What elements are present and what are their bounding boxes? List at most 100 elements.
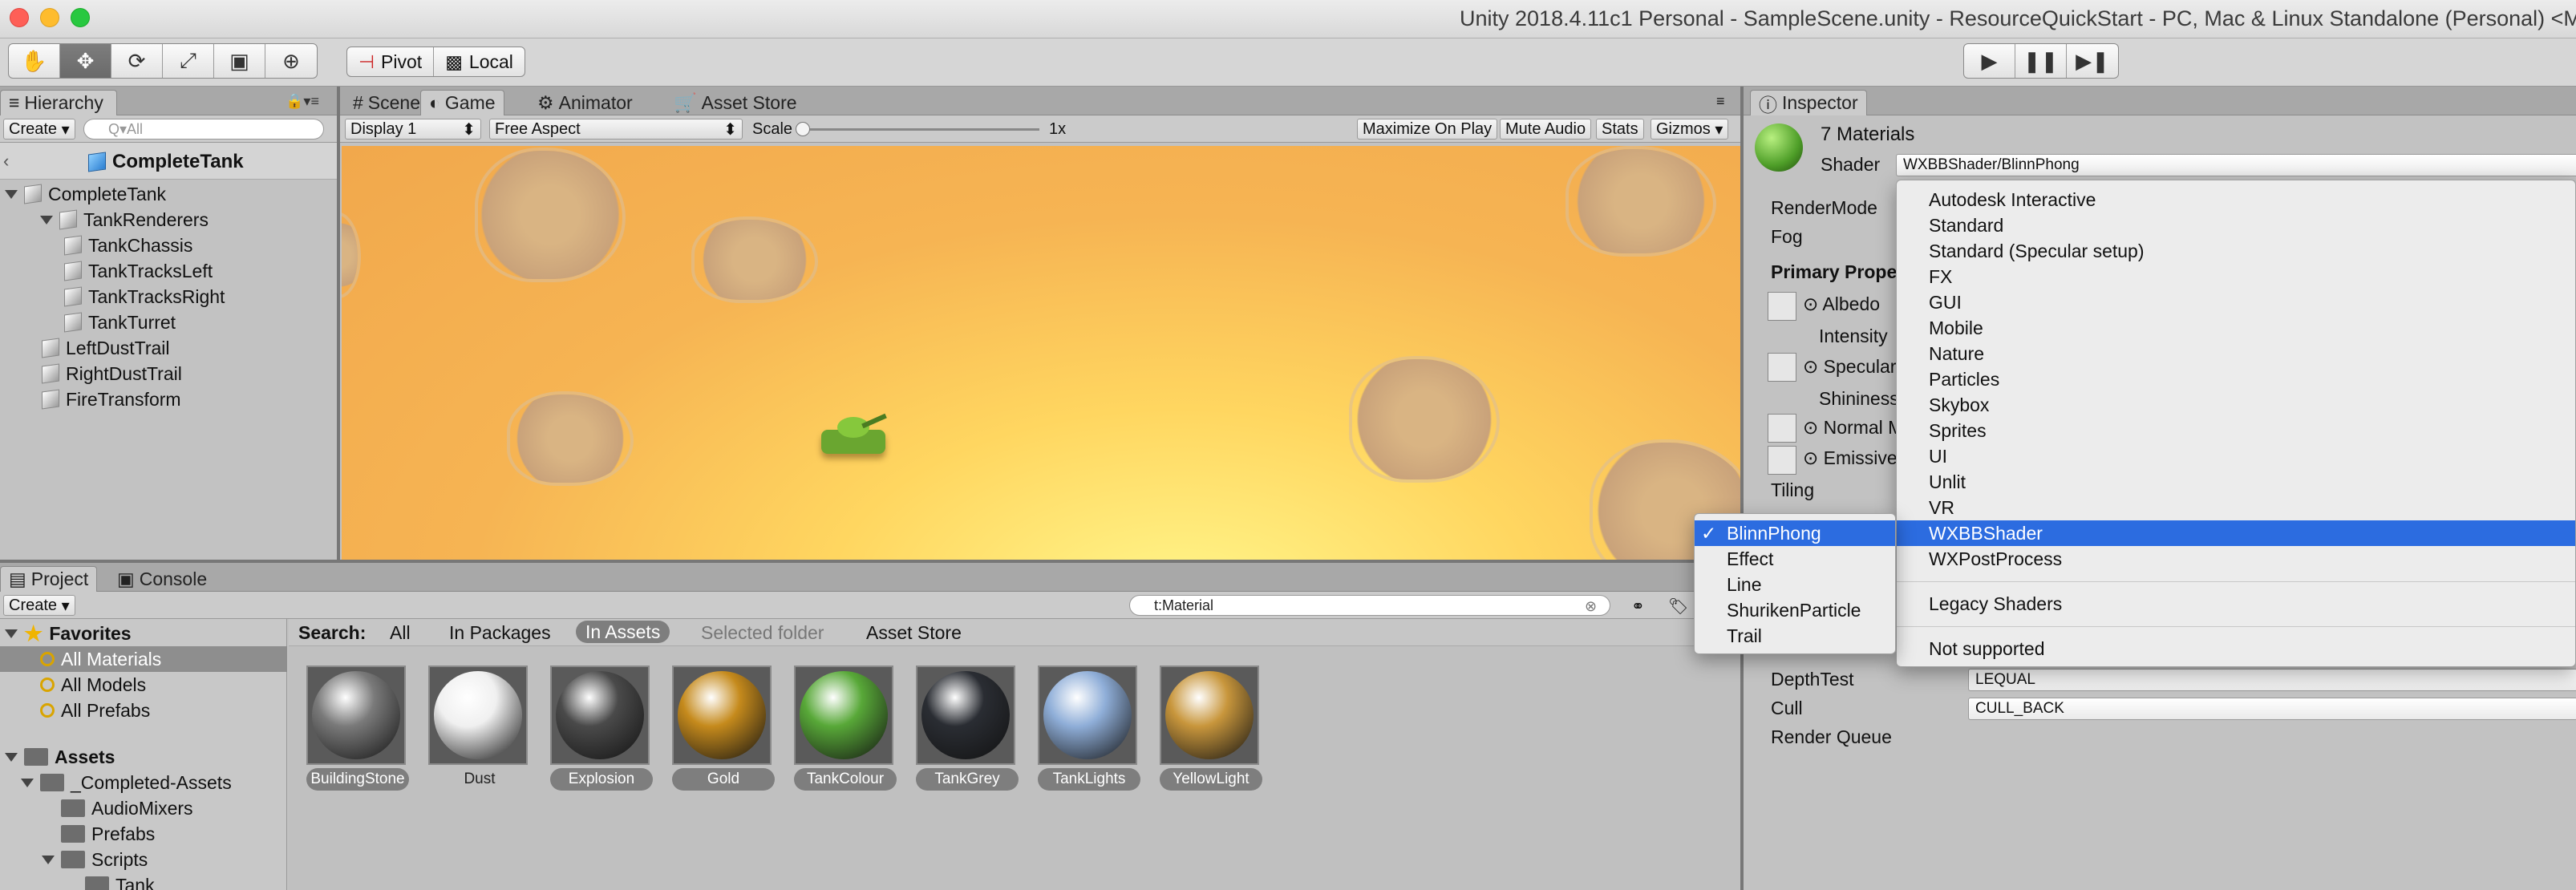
filter-label-icon[interactable]: 🏷 bbox=[1668, 597, 1688, 617]
hand-tool-icon[interactable]: ✋ bbox=[9, 44, 60, 78]
picker-icon[interactable]: ⊙ bbox=[1803, 447, 1818, 468]
pivot-button[interactable]: ⊣ Pivot bbox=[347, 47, 435, 76]
shader-dropdown[interactable]: WXBBShader/BlinnPhong bbox=[1896, 154, 2576, 176]
stats-button[interactable]: Stats bbox=[1596, 119, 1644, 140]
list-item[interactable]: AudioMixers bbox=[61, 795, 193, 821]
game-view[interactable] bbox=[342, 146, 1740, 560]
material-thumbnail[interactable]: TankGrey bbox=[916, 665, 1019, 791]
menu-item[interactable]: WXPostProcess bbox=[1897, 546, 2575, 572]
rect-tool-icon[interactable]: ▣ bbox=[214, 44, 265, 78]
assets-section[interactable]: Assets bbox=[5, 744, 115, 770]
favorites-section[interactable]: ★ Favorites bbox=[5, 621, 132, 646]
play-icon[interactable]: ▶ bbox=[1964, 44, 2015, 78]
picker-icon[interactable]: ⊙ bbox=[1803, 356, 1818, 377]
material-thumbnail[interactable]: Dust bbox=[428, 665, 531, 791]
maximize-on-play-button[interactable]: Maximize On Play bbox=[1357, 119, 1498, 140]
list-item[interactable]: TankChassis bbox=[64, 233, 192, 258]
menu-item[interactable]: UI bbox=[1897, 443, 2575, 469]
filter-type-icon[interactable]: ⚭ bbox=[1631, 597, 1645, 617]
favorite-item-all-prefabs[interactable]: All Prefabs bbox=[40, 698, 150, 723]
list-item[interactable]: CompleteTank bbox=[5, 181, 166, 207]
menu-item[interactable]: Standard bbox=[1897, 212, 2575, 238]
menu-item-not-supported[interactable]: Not supported bbox=[1897, 636, 2575, 661]
menu-item[interactable]: FX bbox=[1897, 264, 2575, 289]
expand-icon[interactable] bbox=[21, 778, 34, 787]
zoom-window-button[interactable] bbox=[71, 8, 90, 27]
favorite-item-all-materials[interactable]: All Materials bbox=[0, 646, 287, 672]
submenu-item[interactable]: Effect bbox=[1695, 546, 1895, 572]
scale-slider-handle[interactable] bbox=[796, 122, 810, 136]
menu-item[interactable]: Particles bbox=[1897, 366, 2575, 392]
tab-hierarchy[interactable]: ≡ Hierarchy bbox=[0, 90, 117, 115]
project-create-button[interactable]: Create ▾ bbox=[3, 595, 75, 616]
menu-item[interactable]: Skybox bbox=[1897, 392, 2575, 418]
filter-in-assets[interactable]: In Assets bbox=[576, 621, 670, 643]
list-item[interactable]: RightDustTrail bbox=[42, 361, 182, 386]
menu-item-selected[interactable]: WXBBShader bbox=[1897, 520, 2575, 546]
display-dropdown[interactable]: Display 1 ⬍ bbox=[345, 119, 481, 140]
list-item[interactable]: Prefabs bbox=[61, 821, 155, 847]
list-item[interactable]: Scripts bbox=[42, 847, 148, 872]
close-window-button[interactable] bbox=[10, 8, 29, 27]
local-button[interactable]: ▩ Local bbox=[434, 47, 525, 76]
material-thumbnail[interactable]: Gold bbox=[672, 665, 775, 791]
tab-game[interactable]: ◐ Game bbox=[420, 90, 504, 115]
minimize-window-button[interactable] bbox=[40, 8, 59, 27]
picker-icon[interactable]: ⊙ bbox=[1803, 417, 1818, 438]
submenu-item[interactable]: ShurikenParticle bbox=[1695, 597, 1895, 623]
picker-icon[interactable]: ⊙ bbox=[1803, 293, 1818, 314]
filter-asset-store[interactable]: Asset Store bbox=[866, 622, 962, 644]
normal-texture-slot[interactable] bbox=[1768, 414, 1796, 443]
specular-texture-slot[interactable] bbox=[1768, 353, 1796, 382]
gizmos-button[interactable]: Gizmos ▾ bbox=[1651, 119, 1729, 140]
scale-tool-icon[interactable]: ⤢ bbox=[163, 44, 214, 78]
back-icon[interactable]: ‹ bbox=[3, 151, 9, 172]
menu-item[interactable]: Unlit bbox=[1897, 469, 2575, 495]
hierarchy-search-input[interactable]: Q▾All bbox=[83, 119, 324, 140]
submenu-item[interactable]: Line bbox=[1695, 572, 1895, 597]
menu-item[interactable]: Sprites bbox=[1897, 418, 2575, 443]
menu-item[interactable]: Mobile bbox=[1897, 315, 2575, 341]
material-thumbnail[interactable]: TankLights bbox=[1038, 665, 1140, 791]
material-thumbnail[interactable]: BuildingStone bbox=[306, 665, 409, 791]
expand-icon[interactable] bbox=[42, 855, 55, 864]
tab-animator[interactable]: ⚙ Animator bbox=[529, 90, 641, 115]
list-item[interactable]: TankTurret bbox=[64, 309, 176, 335]
albedo-texture-slot[interactable] bbox=[1768, 292, 1796, 321]
aspect-dropdown[interactable]: Free Aspect ⬍ bbox=[489, 119, 743, 140]
filter-in-packages[interactable]: In Packages bbox=[449, 622, 551, 644]
list-item[interactable]: FireTransform bbox=[42, 386, 181, 412]
list-item[interactable]: TankRenderers bbox=[40, 207, 209, 233]
material-thumbnail[interactable]: TankColour bbox=[794, 665, 897, 791]
expand-icon[interactable] bbox=[5, 752, 18, 762]
panel-divider[interactable] bbox=[337, 87, 340, 560]
rotate-tool-icon[interactable]: ⟳ bbox=[111, 44, 163, 78]
scale-slider-track[interactable] bbox=[802, 128, 1039, 131]
material-thumbnail[interactable]: Explosion bbox=[550, 665, 653, 791]
clear-search-icon[interactable]: ⊗ bbox=[1585, 598, 1597, 615]
list-item[interactable]: Tank bbox=[85, 872, 155, 890]
filter-selected-folder[interactable]: Selected folder bbox=[701, 622, 824, 644]
list-item[interactable]: TankTracksRight bbox=[64, 284, 225, 309]
cull-dropdown[interactable]: CULL_BACK bbox=[1968, 698, 2576, 720]
material-thumbnail[interactable]: YellowLight bbox=[1160, 665, 1262, 791]
submenu-item[interactable]: Trail bbox=[1695, 623, 1895, 649]
mute-audio-button[interactable]: Mute Audio bbox=[1500, 119, 1592, 140]
tab-console[interactable]: ▣ Console bbox=[109, 566, 215, 592]
menu-item[interactable]: GUI bbox=[1897, 289, 2575, 315]
list-item[interactable]: _Completed-Assets bbox=[21, 770, 232, 795]
depth-test-dropdown[interactable]: LEQUAL bbox=[1968, 669, 2576, 691]
submenu-item-checked[interactable]: ✓ BlinnPhong bbox=[1695, 520, 1895, 546]
emissive-texture-slot[interactable] bbox=[1768, 446, 1796, 475]
hierarchy-create-button[interactable]: Create ▾ bbox=[3, 119, 75, 140]
expand-icon[interactable] bbox=[5, 629, 18, 638]
menu-item[interactable]: VR bbox=[1897, 495, 2575, 520]
move-tool-icon[interactable]: ✥ bbox=[60, 44, 111, 78]
transform-tool-icon[interactable]: ⊕ bbox=[265, 44, 317, 78]
tab-asset-store[interactable]: 🛒 Asset Store bbox=[666, 90, 805, 115]
tab-project[interactable]: ▤ Project bbox=[0, 566, 98, 592]
pause-icon[interactable]: ❚❚ bbox=[2015, 44, 2067, 78]
list-item[interactable]: TankTracksLeft bbox=[64, 258, 213, 284]
menu-item[interactable]: Standard (Specular setup) bbox=[1897, 238, 2575, 264]
expand-icon[interactable] bbox=[5, 189, 18, 199]
